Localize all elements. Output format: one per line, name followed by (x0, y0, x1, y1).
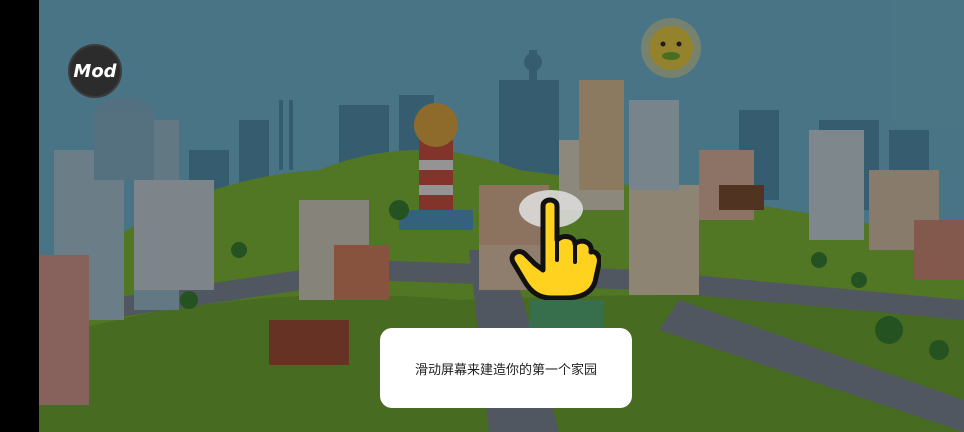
mod-label: Mod (73, 60, 117, 82)
tutorial-message: 滑动屏幕来建造你的第一个家园 (414, 362, 597, 378)
tutorial-hint-dialog: 滑动屏幕来建造你的第一个家园 (380, 328, 632, 408)
mod-button[interactable]: Mod (68, 44, 122, 98)
sun-icon (641, 18, 701, 78)
pointing-hand-icon (509, 197, 601, 300)
left-black-bar (0, 0, 39, 432)
